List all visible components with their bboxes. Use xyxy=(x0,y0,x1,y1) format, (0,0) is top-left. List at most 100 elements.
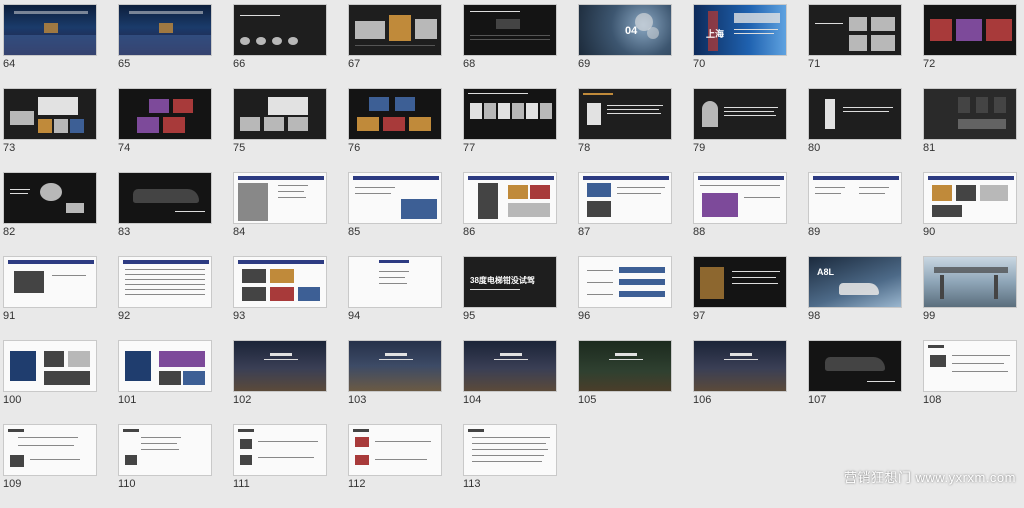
slide-thumbnail-113[interactable]: 113 xyxy=(463,424,557,508)
slide-thumbnail-83[interactable]: 83 xyxy=(118,172,212,256)
slide-thumbnail-64[interactable]: 64 xyxy=(3,4,97,88)
slide-number: 88 xyxy=(693,226,706,238)
slide-preview xyxy=(463,172,557,224)
slide-thumbnail-100[interactable]: 100 xyxy=(3,340,97,424)
slide-thumbnail-73[interactable]: 73 xyxy=(3,88,97,172)
slide-thumbnail-102[interactable]: 102 xyxy=(233,340,327,424)
slide-thumbnail-98[interactable]: A8L 98 xyxy=(808,256,902,340)
slide-thumbnail-93[interactable]: 93 xyxy=(233,256,327,340)
slide-number: 87 xyxy=(578,226,591,238)
slide-thumbnail-104[interactable]: 104 xyxy=(463,340,557,424)
slide-preview: 04 xyxy=(578,4,672,56)
slide-number: 84 xyxy=(233,226,246,238)
slide-sorter-grid: 64 65 66 67 68 04 69 上海 70 71 72 73 74 7… xyxy=(3,4,1017,508)
slide-thumbnail-96[interactable]: 96 xyxy=(578,256,672,340)
slide-thumbnail-72[interactable]: 72 xyxy=(923,4,1017,88)
slide-number: 77 xyxy=(463,142,476,154)
slide-number: 82 xyxy=(3,226,16,238)
slide-preview xyxy=(463,4,557,56)
slide-preview xyxy=(3,88,97,140)
slide-number: 91 xyxy=(3,310,16,322)
slide-number: 108 xyxy=(923,394,942,406)
slide-thumbnail-66[interactable]: 66 xyxy=(233,4,327,88)
slide-thumbnail-70[interactable]: 上海 70 xyxy=(693,4,787,88)
slide-preview xyxy=(118,340,212,392)
slide-preview xyxy=(118,424,212,476)
slide-number: 78 xyxy=(578,142,591,154)
slide-title-text: 38度电梯钳没试驾 xyxy=(470,276,535,285)
slide-preview xyxy=(348,256,442,308)
slide-thumbnail-108[interactable]: 108 xyxy=(923,340,1017,424)
slide-preview xyxy=(578,172,672,224)
slide-thumbnail-99[interactable]: 99 xyxy=(923,256,1017,340)
slide-preview xyxy=(808,172,902,224)
slide-preview xyxy=(118,88,212,140)
slide-thumbnail-76[interactable]: 76 xyxy=(348,88,442,172)
slide-number: 104 xyxy=(463,394,482,406)
slide-thumbnail-87[interactable]: 87 xyxy=(578,172,672,256)
slide-preview xyxy=(463,424,557,476)
slide-thumbnail-67[interactable]: 67 xyxy=(348,4,442,88)
slide-preview xyxy=(808,4,902,56)
slide-number: 97 xyxy=(693,310,706,322)
slide-thumbnail-111[interactable]: 111 xyxy=(233,424,327,508)
slide-thumbnail-105[interactable]: 105 xyxy=(578,340,672,424)
slide-preview xyxy=(233,4,327,56)
slide-number: 99 xyxy=(923,310,936,322)
slide-thumbnail-85[interactable]: 85 xyxy=(348,172,442,256)
slide-thumbnail-94[interactable]: 94 xyxy=(348,256,442,340)
slide-thumbnail-106[interactable]: 106 xyxy=(693,340,787,424)
slide-thumbnail-103[interactable]: 103 xyxy=(348,340,442,424)
slide-thumbnail-65[interactable]: 65 xyxy=(118,4,212,88)
slide-thumbnail-80[interactable]: 80 xyxy=(808,88,902,172)
slide-preview xyxy=(3,172,97,224)
slide-thumbnail-109[interactable]: 109 xyxy=(3,424,97,508)
slide-thumbnail-69[interactable]: 04 69 xyxy=(578,4,672,88)
slide-number: 101 xyxy=(118,394,137,406)
slide-preview xyxy=(348,88,442,140)
slide-thumbnail-101[interactable]: 101 xyxy=(118,340,212,424)
slide-preview: 38度电梯钳没试驾 xyxy=(463,256,557,308)
slide-thumbnail-78[interactable]: 78 xyxy=(578,88,672,172)
slide-thumbnail-75[interactable]: 75 xyxy=(233,88,327,172)
slide-thumbnail-82[interactable]: 82 xyxy=(3,172,97,256)
slide-preview xyxy=(348,4,442,56)
slide-preview xyxy=(808,340,902,392)
slide-preview xyxy=(923,4,1017,56)
slide-preview xyxy=(118,4,212,56)
slide-preview xyxy=(808,88,902,140)
slide-thumbnail-89[interactable]: 89 xyxy=(808,172,902,256)
slide-number: 64 xyxy=(3,58,16,70)
slide-thumbnail-95[interactable]: 38度电梯钳没试驾 95 xyxy=(463,256,557,340)
slide-preview xyxy=(348,340,442,392)
slide-thumbnail-68[interactable]: 68 xyxy=(463,4,557,88)
slide-thumbnail-90[interactable]: 90 xyxy=(923,172,1017,256)
slide-thumbnail-107[interactable]: 107 xyxy=(808,340,902,424)
slide-thumbnail-71[interactable]: 71 xyxy=(808,4,902,88)
slide-preview xyxy=(463,340,557,392)
slide-thumbnail-88[interactable]: 88 xyxy=(693,172,787,256)
slide-thumbnail-77[interactable]: 77 xyxy=(463,88,557,172)
slide-thumbnail-86[interactable]: 86 xyxy=(463,172,557,256)
slide-thumbnail-81[interactable]: 81 xyxy=(923,88,1017,172)
slide-thumbnail-91[interactable]: 91 xyxy=(3,256,97,340)
slide-preview xyxy=(693,172,787,224)
slide-preview xyxy=(693,340,787,392)
slide-thumbnail-110[interactable]: 110 xyxy=(118,424,212,508)
slide-thumbnail-92[interactable]: 92 xyxy=(118,256,212,340)
slide-number: 93 xyxy=(233,310,246,322)
slide-number: 111 xyxy=(233,478,250,490)
slide-thumbnail-79[interactable]: 79 xyxy=(693,88,787,172)
slide-preview xyxy=(578,340,672,392)
slide-preview xyxy=(578,88,672,140)
slide-number: 110 xyxy=(118,478,136,490)
slide-number: 68 xyxy=(463,58,476,70)
slide-preview xyxy=(923,340,1017,392)
slide-thumbnail-97[interactable]: 97 xyxy=(693,256,787,340)
slide-number: 109 xyxy=(3,478,22,490)
slide-number: 75 xyxy=(233,142,246,154)
slide-number: 96 xyxy=(578,310,591,322)
slide-thumbnail-74[interactable]: 74 xyxy=(118,88,212,172)
slide-thumbnail-112[interactable]: 112 xyxy=(348,424,442,508)
slide-thumbnail-84[interactable]: 84 xyxy=(233,172,327,256)
